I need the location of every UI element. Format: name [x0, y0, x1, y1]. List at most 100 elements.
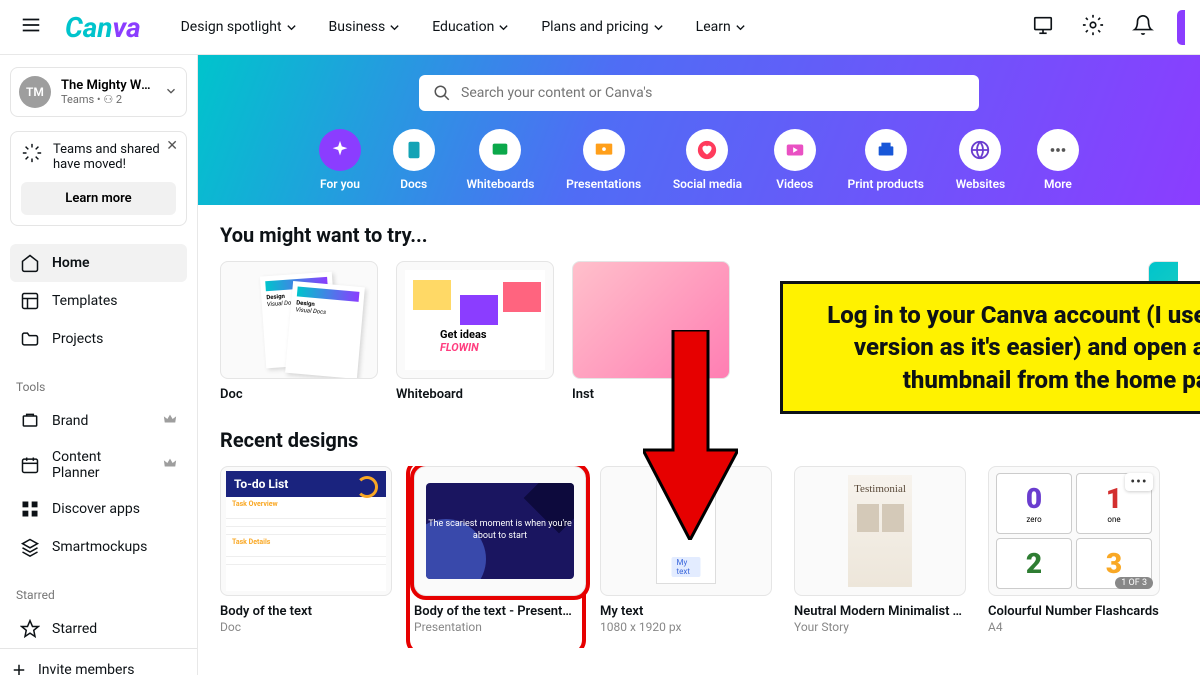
sparkle-icon: [319, 129, 361, 171]
sidebar-label: Home: [52, 255, 90, 271]
sidebar-item-brand[interactable]: Brand: [10, 402, 187, 440]
recent-sub: A4: [988, 620, 1160, 634]
search-input[interactable]: [419, 75, 979, 111]
cat-presentations[interactable]: Presentations: [566, 129, 641, 191]
cat-social[interactable]: Social media: [673, 129, 742, 191]
nav-education[interactable]: Education: [432, 19, 509, 35]
nav-business[interactable]: Business: [329, 19, 401, 35]
cat-label: Social media: [673, 177, 742, 191]
cat-label: Videos: [776, 177, 813, 191]
try-card-whiteboard[interactable]: Get ideasFLOWIN Whiteboard: [396, 261, 554, 402]
team-avatar: TM: [19, 76, 51, 108]
plus-icon: [10, 661, 28, 675]
recent-title: Neutral Modern Minimalist Te...: [794, 604, 966, 619]
topbar: Canva Design spotlight Business Educatio…: [0, 0, 1200, 55]
sidebar: TM The Mighty Word... Teams • ⚇ 2 ✕ Team…: [0, 55, 198, 675]
card-title: Whiteboard: [396, 387, 554, 402]
canva-logo[interactable]: Canva: [65, 11, 141, 44]
cat-videos[interactable]: Videos: [774, 129, 816, 191]
search-field[interactable]: [461, 85, 965, 101]
recent-card-flashcards[interactable]: ••• 0zero 1one 2 3 1 OF 3 Colourful Numb…: [988, 466, 1160, 648]
cat-label: Print products: [848, 177, 924, 191]
heart-icon: [686, 129, 728, 171]
sidebar-label: Templates: [52, 293, 118, 309]
sidebar-label: Smartmockups: [52, 539, 147, 555]
recent-card-presentation[interactable]: The scariest moment is when you're about…: [410, 466, 582, 648]
search-icon: [433, 84, 451, 102]
recent-thumb: The scariest moment is when you're about…: [414, 466, 586, 596]
nav-label: Business: [329, 19, 386, 35]
cat-label: Websites: [956, 177, 1006, 191]
more-icon[interactable]: •••: [1125, 473, 1153, 491]
recent-sub: 1080 x 1920 px: [600, 620, 772, 634]
recent-card-todo[interactable]: To-do ListTask OverviewTask Details Body…: [220, 466, 392, 648]
cat-print[interactable]: Print products: [848, 129, 924, 191]
try-card-doc[interactable]: DesignVisual Docs DesignVisual Docs Doc: [220, 261, 378, 402]
chevron-down-icon: [164, 83, 178, 102]
crown-icon: [163, 456, 177, 474]
sidebar-item-projects[interactable]: Projects: [10, 320, 187, 358]
recent-thumb: To-do ListTask OverviewTask Details: [220, 466, 392, 596]
apps-icon: [20, 499, 40, 519]
cat-whiteboards[interactable]: Whiteboards: [466, 129, 534, 191]
hero-banner: For you Docs Whiteboards Presentations S…: [198, 55, 1200, 205]
sparkle-icon: [21, 142, 43, 168]
top-nav: Design spotlight Business Education Plan…: [181, 19, 746, 35]
layers-icon: [20, 537, 40, 557]
invite-label: Invite members: [38, 662, 134, 675]
nav-label: Plans and pricing: [541, 19, 648, 35]
promo-card: ✕ Teams and shared have moved! Learn mor…: [10, 131, 187, 226]
sidebar-label: Starred: [52, 621, 97, 637]
recent-sub: Presentation: [414, 620, 578, 634]
recent-title: Body of the text - Presentation: [414, 604, 578, 619]
nav-plans[interactable]: Plans and pricing: [541, 19, 663, 35]
settings-icon[interactable]: [1077, 9, 1109, 45]
team-switcher[interactable]: TM The Mighty Word... Teams • ⚇ 2: [10, 67, 187, 117]
recent-card-story[interactable]: Testimonial Neutral Modern Minimalist Te…: [794, 466, 966, 648]
home-icon: [20, 253, 40, 273]
close-icon[interactable]: ✕: [166, 138, 178, 154]
page-badge: 1 OF 3: [1115, 577, 1153, 589]
team-name: The Mighty Word...: [61, 78, 154, 93]
invite-members-button[interactable]: Invite members: [0, 648, 197, 675]
crown-icon: [163, 412, 177, 430]
cat-for-you[interactable]: For you: [319, 129, 361, 191]
recent-title: Colourful Number Flashcards: [988, 604, 1160, 619]
nav-design-spotlight[interactable]: Design spotlight: [181, 19, 297, 35]
sidebar-item-templates[interactable]: Templates: [10, 282, 187, 320]
sidebar-item-content-planner[interactable]: Content Planner: [10, 440, 187, 490]
sidebar-item-discover-apps[interactable]: Discover apps: [10, 490, 187, 528]
learn-more-button[interactable]: Learn more: [21, 182, 176, 215]
try-section-title: You might want to try...: [220, 223, 1178, 247]
main-content: For you Docs Whiteboards Presentations S…: [198, 55, 1200, 675]
sidebar-item-starred[interactable]: Starred: [10, 610, 187, 648]
cat-label: More: [1044, 177, 1072, 191]
sidebar-item-smartmockups[interactable]: Smartmockups: [10, 528, 187, 566]
recent-sub: Your Story: [794, 620, 966, 634]
cat-label: Presentations: [566, 177, 641, 191]
nav-label: Design spotlight: [181, 19, 282, 35]
hamburger-menu-icon[interactable]: [15, 9, 47, 45]
doc-icon: [393, 129, 435, 171]
desktop-icon[interactable]: [1027, 9, 1059, 45]
cat-label: Docs: [400, 177, 427, 191]
cat-more[interactable]: More: [1037, 129, 1079, 191]
nav-learn[interactable]: Learn: [696, 19, 746, 35]
cat-label: For you: [320, 177, 360, 191]
annotation-arrow: [643, 330, 738, 540]
sidebar-label: Discover apps: [52, 501, 140, 517]
sidebar-item-home[interactable]: Home: [10, 244, 187, 282]
create-design-button[interactable]: [1177, 10, 1185, 45]
team-meta: Teams • ⚇ 2: [61, 93, 154, 106]
topbar-right: [1027, 9, 1185, 45]
cat-websites[interactable]: Websites: [956, 129, 1006, 191]
cat-docs[interactable]: Docs: [393, 129, 435, 191]
sidebar-label: Content Planner: [52, 449, 151, 481]
presentation-icon: [583, 129, 625, 171]
cat-label: Whiteboards: [466, 177, 534, 191]
bell-icon[interactable]: [1127, 9, 1159, 45]
calendar-icon: [20, 455, 40, 475]
recent-thumb: ••• 0zero 1one 2 3 1 OF 3: [988, 466, 1160, 596]
doc-thumb: DesignVisual Docs DesignVisual Docs: [220, 261, 378, 379]
sidebar-label: Brand: [52, 413, 88, 429]
